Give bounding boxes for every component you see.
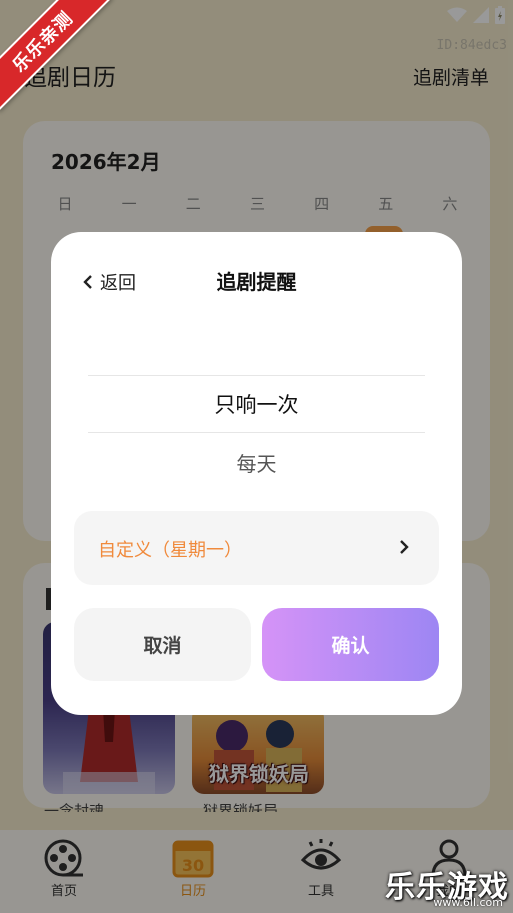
confirm-button[interactable]: 确认 (262, 608, 439, 681)
back-label: 返回 (100, 273, 136, 294)
chevron-right-icon (400, 540, 409, 554)
picker-divider (88, 375, 425, 376)
dialog-title: 追剧提醒 (216, 270, 297, 294)
site-watermark-url: www.6ll.com (433, 896, 503, 909)
custom-repeat-label: 自定义（星期一） (98, 540, 242, 561)
picker-option-once[interactable]: 只响一次 (88, 389, 425, 419)
chevron-left-icon (83, 275, 92, 289)
custom-repeat-row[interactable]: 自定义（星期一） (74, 511, 439, 585)
back-button[interactable]: 返回 (82, 268, 136, 296)
picker-divider (88, 432, 425, 433)
cancel-button[interactable]: 取消 (74, 608, 251, 681)
picker-option-daily[interactable]: 每天 (88, 448, 425, 477)
